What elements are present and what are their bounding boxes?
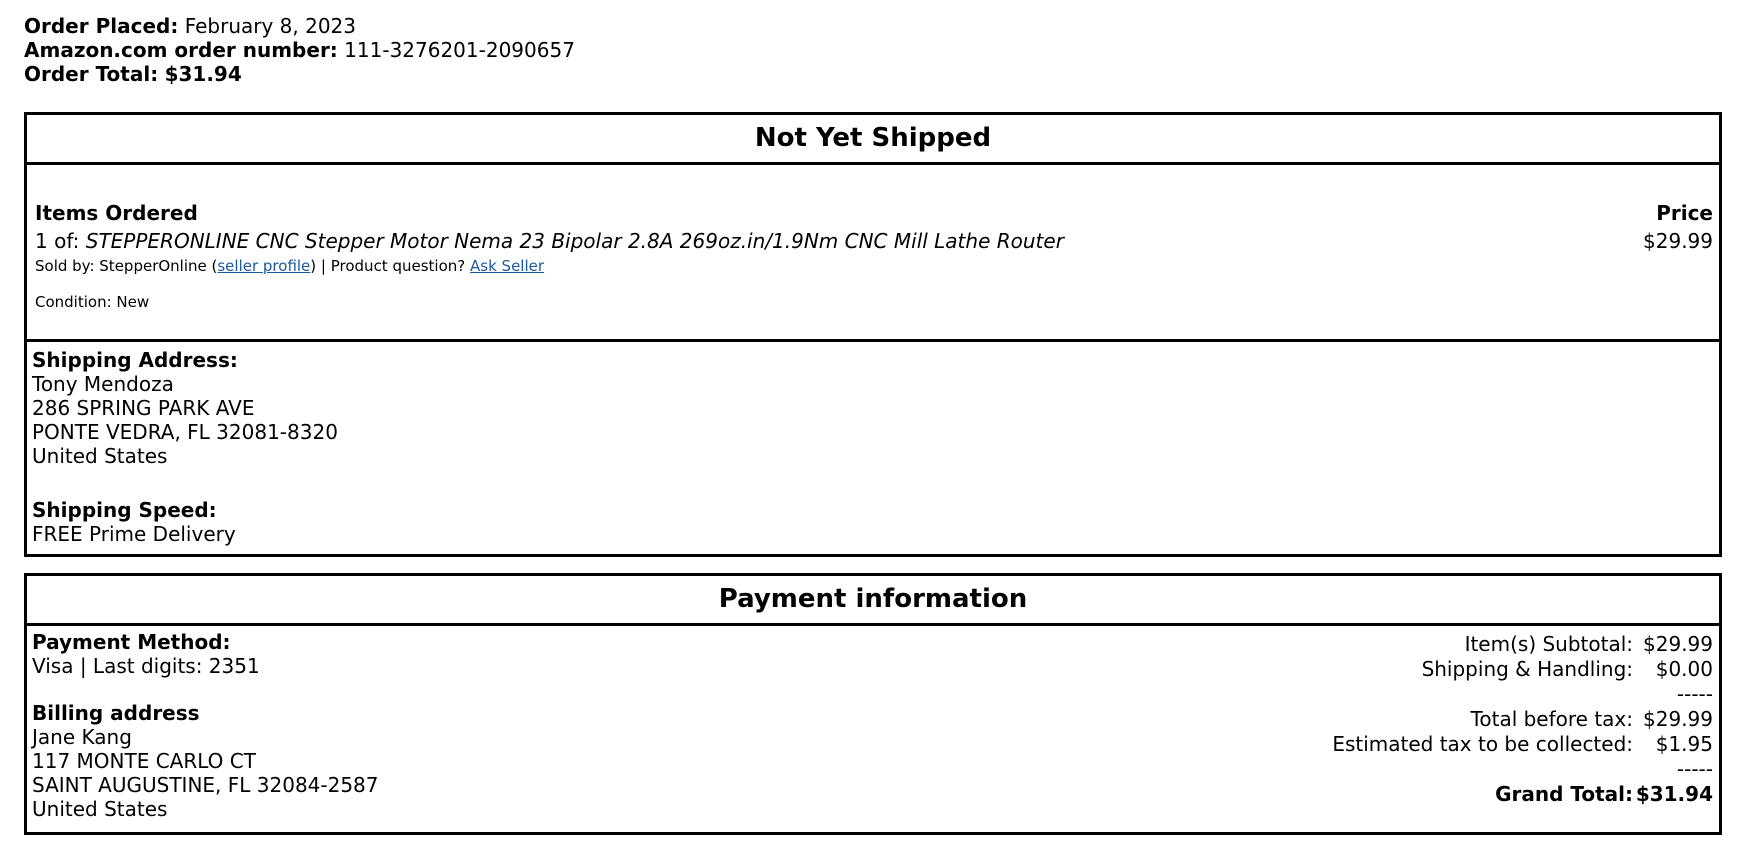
grand-total-value: $31.94 — [1635, 782, 1713, 806]
item-quantity: 1 of: — [35, 229, 80, 253]
before-tax-label: Total before tax: — [1470, 707, 1634, 731]
order-placed-label: Order Placed: — [24, 14, 179, 38]
order-totals-table: Item(s) Subtotal: $29.99 Shipping & Hand… — [1332, 632, 1713, 807]
shipping-address-label: Shipping Address: — [32, 348, 238, 372]
billing-city-state-zip: SAINT AUGUSTINE, FL 32084-2587 — [32, 773, 379, 797]
shipping-speed-label: Shipping Speed: — [32, 498, 217, 522]
order-number-label: Amazon.com order number: — [24, 38, 338, 62]
order-summary: Order Placed: February 8, 2023 Amazon.co… — [24, 14, 575, 86]
items-ordered-section: Items Ordered Price 1 of: STEPPERONLINE … — [27, 165, 1719, 342]
subtotal-label: Item(s) Subtotal: — [1464, 632, 1634, 656]
before-tax-row: Total before tax: $29.99 — [1332, 707, 1713, 732]
item-condition: Condition: New — [35, 293, 150, 311]
shipping-street: 286 SPRING PARK AVE — [32, 396, 255, 420]
order-total-row: Order Total: $31.94 — [24, 62, 575, 86]
shipping-handling-label: Shipping & Handling: — [1421, 657, 1634, 681]
payment-method-label: Payment Method: — [32, 630, 231, 654]
subtotal-value: $29.99 — [1643, 632, 1713, 656]
item-title: STEPPERONLINE CNC Stepper Motor Nema 23 … — [85, 229, 1064, 253]
items-ordered-heading: Items Ordered — [35, 201, 198, 225]
before-tax-value: $29.99 — [1643, 707, 1713, 731]
product-question-text: ) | Product question? — [310, 257, 466, 275]
payment-header: Payment information — [27, 576, 1719, 626]
sold-by-text: Sold by: StepperOnline ( — [35, 257, 218, 275]
shipping-city-state-zip: PONTE VEDRA, FL 32081-8320 — [32, 420, 338, 444]
tax-label: Estimated tax to be collected: — [1332, 732, 1634, 756]
shipping-section: Shipping Address: Tony Mendoza 286 SPRIN… — [27, 342, 1719, 546]
grand-total-row: Grand Total: $31.94 — [1332, 782, 1713, 807]
shipping-speed-value: FREE Prime Delivery — [32, 522, 236, 546]
separator-row: ----- — [1332, 757, 1713, 782]
order-number-row: Amazon.com order number: 111-3276201-209… — [24, 38, 575, 62]
grand-total-label: Grand Total: — [1495, 782, 1634, 806]
billing-name: Jane Kang — [32, 725, 132, 749]
item-line: 1 of: STEPPERONLINE CNC Stepper Motor Ne… — [35, 229, 1064, 253]
order-total-value: $31.94 — [164, 62, 242, 86]
totals-separator: ----- — [1676, 682, 1713, 706]
shipment-status-header: Not Yet Shipped — [27, 115, 1719, 165]
billing-country: United States — [32, 797, 168, 821]
shipping-country: United States — [32, 444, 168, 468]
subtotal-row: Item(s) Subtotal: $29.99 — [1332, 632, 1713, 657]
totals-separator: ----- — [1676, 757, 1713, 781]
order-total-label: Order Total: — [24, 62, 159, 86]
payment-details: Payment Method: Visa | Last digits: 2351… — [32, 630, 379, 821]
seller-profile-link[interactable]: seller profile — [217, 257, 310, 275]
billing-street: 117 MONTE CARLO CT — [32, 749, 256, 773]
shipping-handling-row: Shipping & Handling: $0.00 — [1332, 657, 1713, 682]
shipment-box: Not Yet Shipped Items Ordered Price 1 of… — [24, 112, 1722, 557]
order-placed-date: February 8, 2023 — [184, 14, 357, 38]
ask-seller-link[interactable]: Ask Seller — [470, 257, 544, 275]
separator-row: ----- — [1332, 682, 1713, 707]
order-number-value: 111-3276201-2090657 — [344, 38, 575, 62]
shipping-name: Tony Mendoza — [32, 372, 174, 396]
seller-line: Sold by: StepperOnline (seller profile) … — [35, 257, 544, 275]
shipping-handling-value: $0.00 — [1655, 657, 1713, 681]
price-heading: Price — [1656, 201, 1713, 225]
payment-box: Payment information Payment Method: Visa… — [24, 573, 1722, 835]
tax-value: $1.95 — [1655, 732, 1713, 756]
order-placed-row: Order Placed: February 8, 2023 — [24, 14, 575, 38]
payment-method-value: Visa | Last digits: 2351 — [32, 654, 260, 678]
billing-address-label: Billing address — [32, 701, 200, 725]
tax-row: Estimated tax to be collected: $1.95 — [1332, 732, 1713, 757]
item-price: $29.99 — [1643, 229, 1713, 253]
